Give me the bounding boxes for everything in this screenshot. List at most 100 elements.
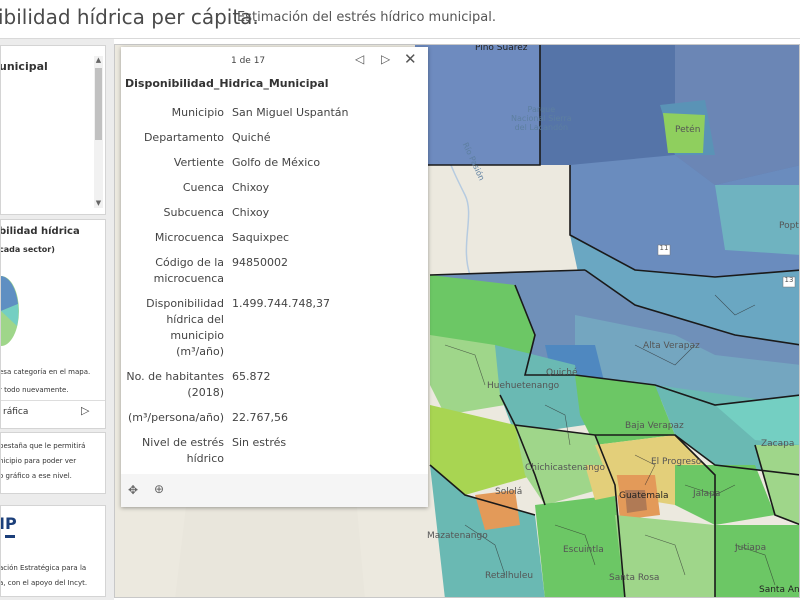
map-label-huehuetenango: Huehuetenango [487,381,560,391]
page-title: ibilidad hídrica per cápita. [0,5,259,29]
institution-logo: IP [0,514,17,533]
chart-reset-text: r todo nuevamente. [0,386,69,394]
map-label-baja-verapaz: Baja Verapaz [625,421,684,431]
play-arrow-icon[interactable]: ▷ [81,404,89,417]
map-label-quiche: Quiché [546,368,578,378]
map-label-guatemala: Guatemala [619,491,669,501]
feature-popup: 1 de 17 ◁ ▷ ✕ Disponibilidad_Hidrica_Mun… [121,47,428,507]
chart-tab-label[interactable]: ráfica [3,407,28,417]
previous-feature-icon[interactable]: ◁ [355,52,364,66]
map-label-line: Nacional Sierra [511,114,572,123]
map-label-jutiapa: Jutiapa [735,543,767,553]
left-sidebar: unicipal ▲ ▼ bilidad hídrica cada sector… [0,39,114,600]
map-label-santa-ana: Santa Ana [759,585,800,595]
attribute-row: Cuenca Chixoy [121,177,422,202]
attribute-row: Nivel de estrés hídrico Sin estrés [121,432,422,473]
zoom-in-icon[interactable]: ⊕ [154,482,164,496]
logo-underline [5,535,15,538]
attribute-row: No. de habitantes (2018) 65.872 [121,366,422,407]
attribute-row: Municipio San Miguel Uspantán [121,102,422,127]
attribute-label: Nivel de estrés hídrico [142,436,224,465]
legend-scrollbar[interactable]: ▲ ▼ [94,56,103,208]
attribute-label: Vertiente [173,156,224,169]
road-shield-11-label: 11 [659,244,669,252]
chart-card-title: bilidad hídrica [0,226,80,237]
attribute-value: 22.767,56 [232,411,288,424]
region-santa-rosa[interactable] [615,515,715,598]
attribute-value: Quiché [232,131,271,144]
chart-card: bilidad hídrica cada sector) esa categor… [0,219,106,429]
attribute-value: 65.872 [232,370,271,383]
attribute-value: 94850002 [232,256,288,269]
map-label-line: Parque [527,105,556,114]
map-label-chichicastenango: Chichicastenango [525,463,606,473]
scroll-thumb[interactable] [95,68,102,140]
attribute-label: No. de habitantes (2018) [126,370,224,399]
region-poptun[interactable] [715,185,800,255]
map-label-alta-verapaz: Alta Verapaz [643,341,700,351]
map-label-jalapa: Jalapa [693,489,721,499]
map-label-parque: Parque Nacional Sierra del Lacandón [511,105,572,132]
attribute-label: Disponibilidad hídrica del municipio (m³… [146,297,224,358]
credits-text: ación Estratégica para la a, con el apoy… [0,561,103,591]
attribute-value: Sin estrés [232,436,287,449]
attribute-label: Departamento [143,131,224,144]
popup-counter: 1 de 17 [231,56,266,66]
info-card: pestaña que le permitirá nicipio para po… [0,432,106,494]
attribute-row: Departamento Quiché [121,127,422,152]
next-feature-icon[interactable]: ▷ [381,52,390,66]
info-line: o gráfico a ese nivel. [0,472,72,480]
chart-hint-text: esa categoría en el mapa. [0,368,91,376]
scroll-up-arrow-icon[interactable]: ▲ [94,56,103,65]
attribute-value: Golfo de México [232,156,321,169]
map-label-line: del Lacandón [514,123,569,132]
attribute-row: Código de la microcuenca 94850002 [121,252,422,293]
map-label-peten: Petén [675,125,701,135]
attribute-row: Vertiente Golfo de México [121,152,422,177]
scroll-down-arrow-icon[interactable]: ▼ [94,199,103,208]
map-label-pino-suarez: Pino Suárez [475,44,528,53]
attribute-label: Código de la microcuenca [153,256,224,285]
header-divider [0,38,800,39]
close-icon[interactable]: ✕ [404,50,417,68]
credits-line: a, con el apoyo del Incyt. [0,579,88,587]
popup-footer: ✥ ⊕ [121,474,428,507]
info-text: pestaña que le permitirá nicipio para po… [0,439,103,484]
attribute-label: Municipio [171,106,224,119]
card-divider [1,400,105,401]
attribute-label: Subcuenca [163,206,224,219]
info-line: pestaña que le permitirá [0,442,86,450]
map-label-retalhuleu: Retalhuleu [485,571,534,581]
credits-card: IP ación Estratégica para la a, con el a… [0,505,106,597]
attribute-row: Disponibilidad hídrica del municipio (m³… [121,293,422,366]
map-label-poptun: Poptún [779,221,799,231]
page-subtitle: Estimación del estrés hídrico municipal. [237,10,497,25]
attribute-label: Cuenca [182,181,224,194]
popup-title: Disponibilidad_Hidrica_Municipal [125,77,329,90]
map-label-santa-rosa: Santa Rosa [609,573,660,583]
legend-title: unicipal [0,60,48,73]
app-header: ibilidad hídrica per cápita. Estimación … [0,0,800,38]
legend-card: unicipal ▲ ▼ [0,45,106,215]
road-shield-13-label: 13 [784,276,794,284]
attribute-value: San Miguel Uspantán [232,106,349,119]
credits-line: ación Estratégica para la [0,564,87,572]
attribute-value: Chixoy [232,181,270,194]
attribute-row: Subcuenca Chixoy [121,202,422,227]
info-line: nicipio para poder ver [0,457,77,465]
attribute-value: Chixoy [232,206,270,219]
region-huehuetenango-south[interactable] [430,335,505,415]
attribute-table: Municipio San Miguel Uspantán Departamento… [121,102,422,473]
chart-card-subtitle: cada sector) [0,245,55,254]
map-label-solola: Sololá [495,487,523,497]
move-icon[interactable]: ✥ [128,483,138,497]
map-label-el-progreso: El Progreso [651,457,702,467]
map-label-escuintla: Escuintla [563,545,604,555]
pie-chart[interactable] [1,276,21,346]
attribute-value: Saquixpec [232,231,290,244]
attribute-label: Microcuenca [154,231,224,244]
attribute-row: Microcuenca Saquixpec [121,227,422,252]
map-label-zacapa: Zacapa [761,439,795,449]
attribute-value: 1.499.744.748,37 [232,297,330,310]
map-label-mazatenango: Mazatenango [427,531,488,541]
